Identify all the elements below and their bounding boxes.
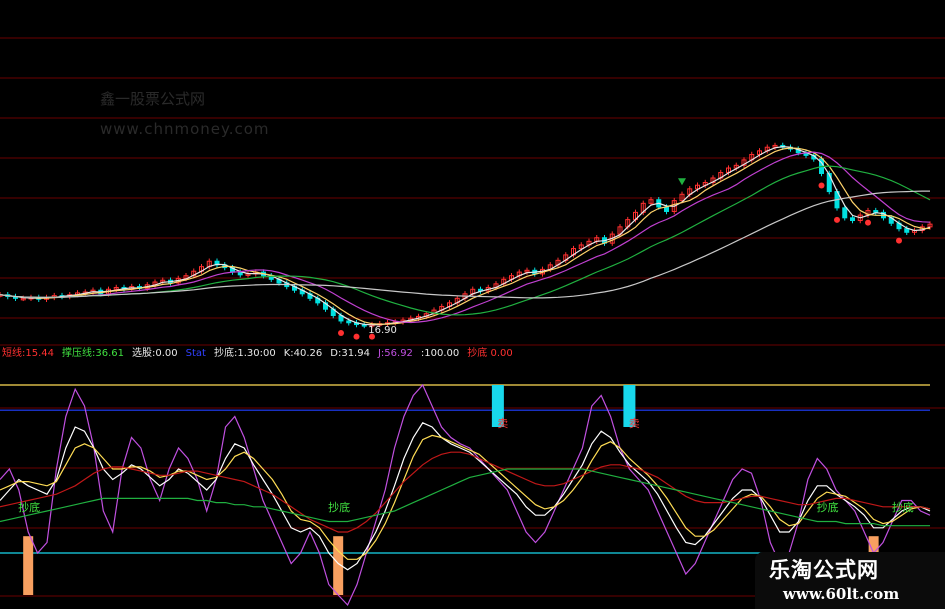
indicator-line-3: [0, 451, 931, 533]
candle-body-109: [842, 207, 848, 219]
sell-marker-icon: [818, 182, 825, 189]
legend-item-1: 撑压线:36.61: [62, 346, 124, 359]
indicator-line-2: [0, 434, 931, 560]
legend-item-8: :100.00: [421, 348, 459, 359]
legend-item-9: 抄底 0.00: [467, 346, 512, 359]
sell-marker-icon: [896, 237, 902, 244]
price-pane: 16.90: [0, 142, 933, 340]
bottom-signal-bar: [23, 536, 34, 595]
sell-marker-icon: [865, 219, 871, 226]
sell-marker-icon: [338, 329, 344, 336]
brand-url: www.60lt.com: [783, 585, 900, 603]
legend-item-4: 抄底:1.30:00: [214, 346, 276, 359]
legend-item-7: J:56.92: [377, 348, 413, 359]
low-price-label: 16.90: [368, 325, 397, 336]
candle-body-110: [850, 217, 855, 222]
legend-item-3: Stat: [186, 348, 206, 359]
legend-item-0: 短线:15.44: [2, 346, 54, 359]
indicator-line-4: [0, 468, 930, 527]
candle-body-45: [346, 320, 352, 324]
signal-label-1: 抄底: [328, 500, 350, 514]
brand-name: 乐淘公式网: [769, 558, 879, 582]
signal-label-2: 抄底: [817, 500, 839, 514]
legend-item-2: 选股:0.00: [132, 346, 178, 359]
stock-chart: 16.90 抄底 抄底 抄底 抄底 卖 卖 短线:15.44 撑压线:36.61 选股:0.0…: [0, 37, 945, 607]
sell-marker-icon: [834, 216, 840, 223]
ma-long-line: [0, 190, 930, 299]
signal-label-4: 卖: [497, 417, 508, 430]
signal-label-0: 抄底: [18, 500, 40, 514]
ma-short-line: [0, 145, 931, 326]
brand-badge: 乐淘公式网 www.60lt.com: [755, 552, 945, 609]
signal-label-3: 抄底: [892, 500, 914, 514]
sell-marker-icon: [353, 333, 360, 340]
indicator-legend: 短线:15.44 撑压线:36.61 选股:0.00 Stat 抄底:1.30:00 K:…: [2, 346, 513, 359]
candle-body-31: [237, 271, 243, 276]
candle-body-117: [904, 228, 910, 233]
legend-item-6: D:31.94: [330, 348, 370, 359]
legend-item-5: K:40.26: [284, 348, 323, 359]
signal-label-5: 卖: [629, 417, 640, 430]
buy-arrow-icon: [678, 178, 686, 186]
